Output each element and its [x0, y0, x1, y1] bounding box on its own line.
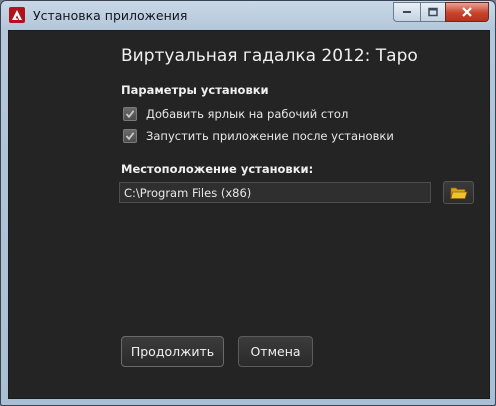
window-controls: [393, 2, 489, 22]
option-desktop-shortcut[interactable]: Добавить ярлык на рабочий стол: [123, 107, 348, 121]
desktop-shortcut-checkbox[interactable]: [123, 107, 137, 121]
install-params-heading: Параметры установки: [121, 83, 269, 97]
desktop-shortcut-label: Добавить ярлык на рабочий стол: [146, 107, 349, 121]
cancel-button[interactable]: Отмена: [238, 336, 313, 367]
installer-window: Установка приложения Виртуальная гадалка…: [0, 0, 496, 406]
folder-icon: [450, 187, 468, 199]
browse-folder-button[interactable]: [443, 181, 474, 204]
maximize-button[interactable]: [420, 2, 445, 22]
continue-button[interactable]: Продолжить: [121, 336, 224, 367]
close-button[interactable]: [445, 2, 489, 22]
launch-after-install-checkbox[interactable]: [123, 129, 137, 143]
title-bar[interactable]: Установка приложения: [1, 1, 495, 31]
window-title: Установка приложения: [33, 8, 188, 23]
client-area: Виртуальная гадалка 2012: Таро Параметры…: [8, 30, 490, 399]
app-title: Виртуальная гадалка 2012: Таро: [121, 46, 418, 66]
install-path-input[interactable]: [119, 182, 431, 203]
adobe-air-icon: [9, 7, 25, 23]
minimize-button[interactable]: [393, 2, 420, 22]
install-location-heading: Местоположение установки:: [121, 162, 314, 176]
option-launch-after-install[interactable]: Запустить приложение после установки: [123, 129, 394, 143]
launch-after-install-label: Запустить приложение после установки: [146, 129, 394, 143]
